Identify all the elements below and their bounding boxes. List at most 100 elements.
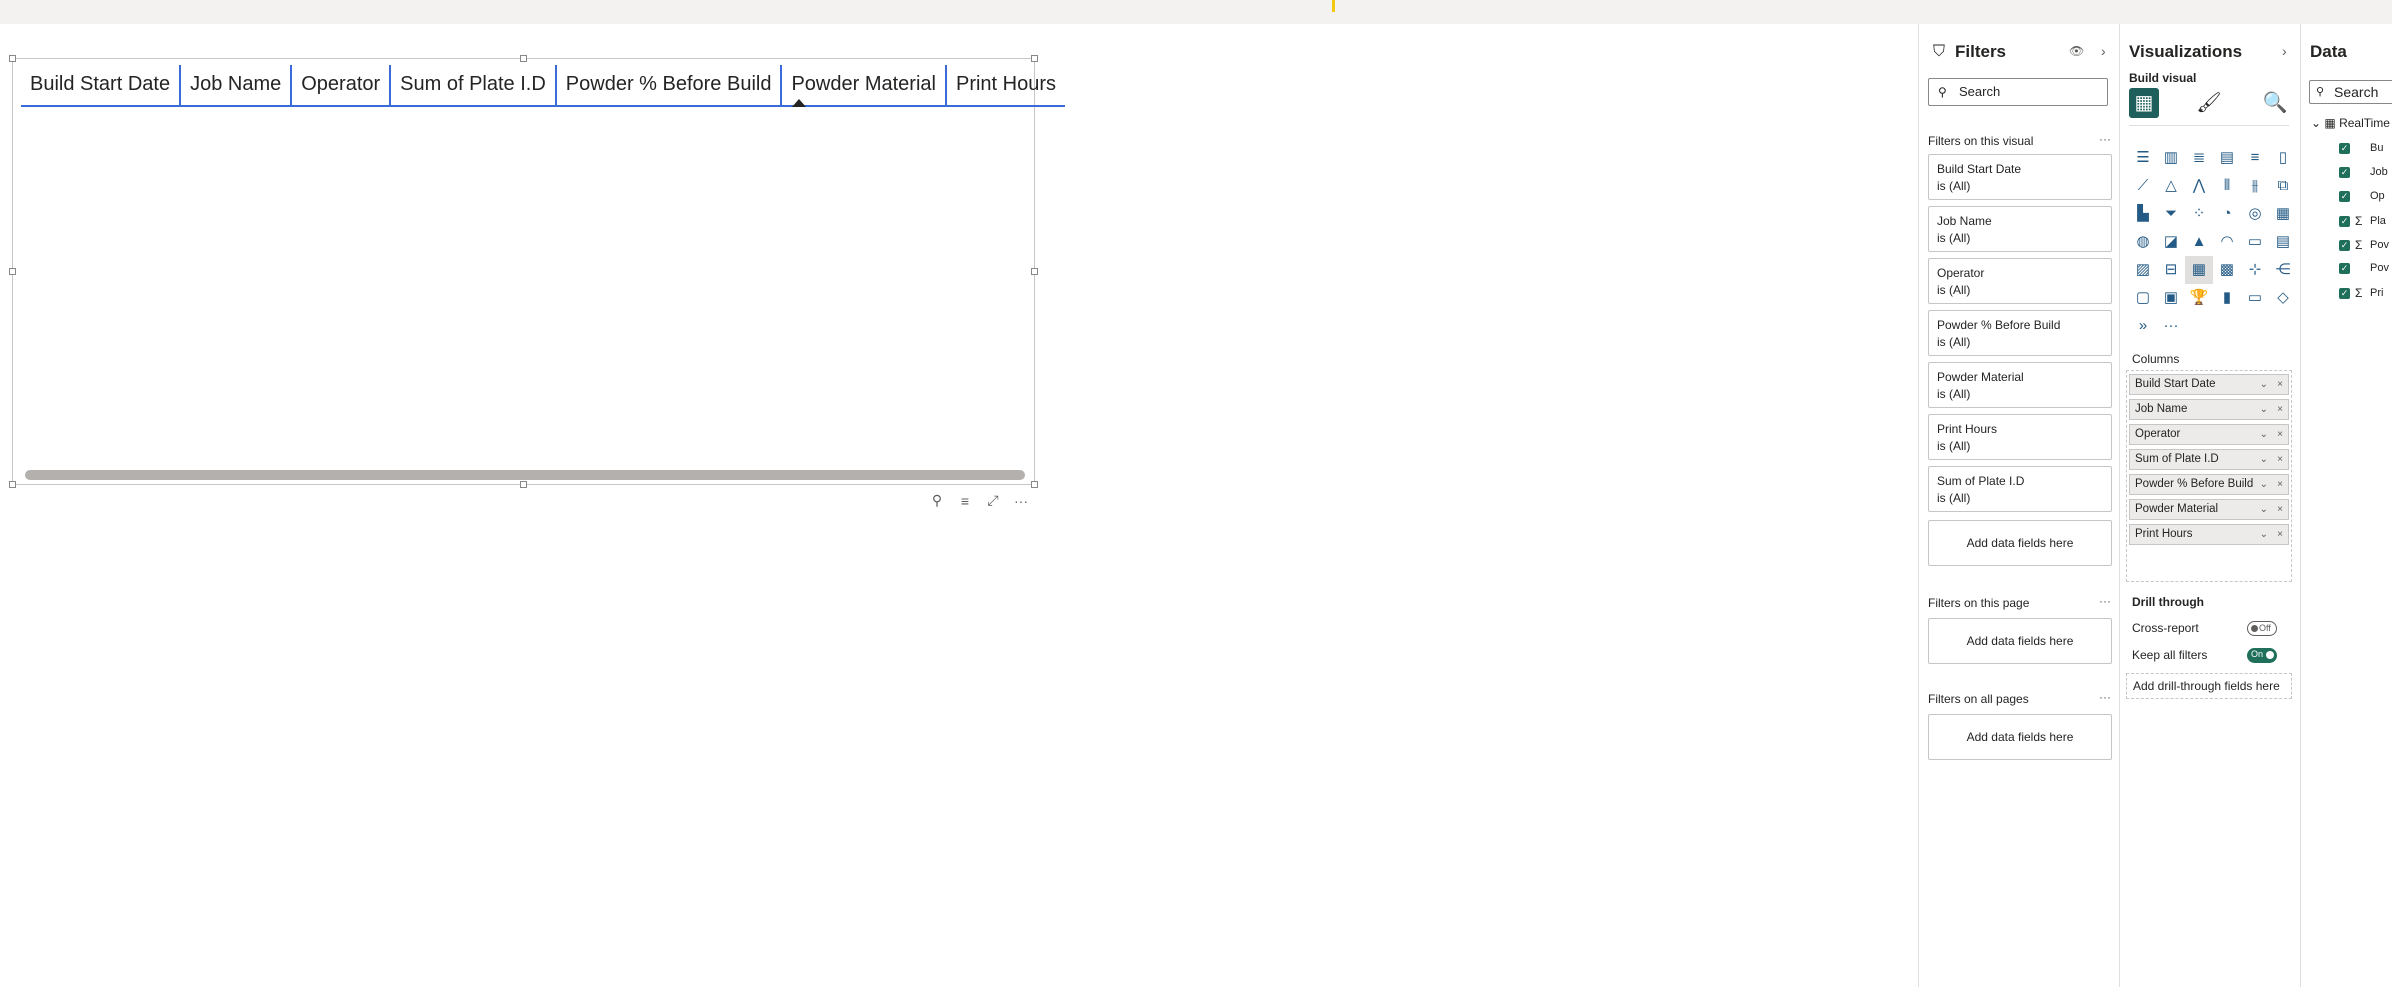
build-visual-mode-icon[interactable]: ▦	[2129, 88, 2159, 118]
chevron-down-icon[interactable]: ⌄	[2260, 475, 2268, 494]
map-icon[interactable]: ◍	[2129, 228, 2157, 256]
column-well-item[interactable]: Sum of Plate I.D ⌄ ×	[2129, 449, 2289, 470]
chevron-visual-icon[interactable]: »	[2129, 312, 2157, 340]
column-well-item[interactable]: Job Name ⌄ ×	[2129, 399, 2289, 420]
horizontal-scrollbar[interactable]	[25, 470, 1025, 480]
data-field[interactable]: ✓ Σ Pov	[2339, 238, 2389, 252]
checkbox-checked-icon[interactable]: ✓	[2339, 262, 2350, 274]
resize-handle-tl[interactable]	[9, 55, 16, 62]
data-field[interactable]: ✓ Job	[2339, 166, 2388, 178]
filter-card[interactable]: Powder Material is (All)	[1928, 362, 2112, 408]
more-options-icon[interactable]: ···	[1014, 493, 1028, 509]
resize-handle-bottom[interactable]	[520, 481, 527, 488]
slicer-icon[interactable]: ⊟	[2157, 256, 2185, 284]
data-field[interactable]: ✓ Bu	[2339, 142, 2383, 154]
column-header[interactable]: Sum of Plate I.D	[389, 65, 555, 105]
multi-row-card-icon[interactable]: ▤	[2269, 228, 2297, 256]
line-stacked-column-icon[interactable]: ⫵	[2241, 172, 2269, 200]
funnel-chart-icon[interactable]: ⏷	[2157, 200, 2185, 228]
column-header[interactable]: Powder % Before Build	[554, 65, 781, 105]
smart-narrative-icon[interactable]: ▣	[2157, 284, 2185, 312]
stacked-column-chart-icon[interactable]: ▥	[2157, 144, 2185, 172]
key-influencers-icon[interactable]: ⊹	[2241, 256, 2269, 284]
columns-well[interactable]: Build Start Date ⌄ × Job Name ⌄ × Operator ⌄ ×…	[2126, 370, 2292, 582]
100-column-chart-icon[interactable]: ▯	[2269, 144, 2297, 172]
filled-map-icon[interactable]: ◪	[2157, 228, 2185, 256]
analytics-mode-icon[interactable]: 🔍	[2260, 88, 2290, 118]
data-field[interactable]: ✓ Σ Pla	[2339, 214, 2386, 228]
collapse-icon[interactable]: ›	[2282, 43, 2287, 59]
line-column-chart-icon[interactable]: ⫴	[2213, 172, 2241, 200]
filter-icon[interactable]: ≡	[958, 493, 972, 509]
column-well-item[interactable]: Build Start Date ⌄ ×	[2129, 374, 2289, 395]
ribbon-chart-icon[interactable]: ⧉	[2269, 172, 2297, 200]
clustered-bar-chart-icon[interactable]: ≣	[2185, 144, 2213, 172]
filter-card[interactable]: Operator is (All)	[1928, 258, 2112, 304]
table-visual-icon[interactable]: ▦	[2185, 256, 2213, 284]
checkbox-checked-icon[interactable]: ✓	[2339, 239, 2350, 251]
kpi-icon[interactable]: ▨	[2129, 256, 2157, 284]
chevron-down-icon[interactable]: ⌄	[2260, 500, 2268, 519]
column-header[interactable]: Build Start Date	[21, 65, 179, 105]
filter-card[interactable]: Powder % Before Build is (All)	[1928, 310, 2112, 356]
stacked-area-chart-icon[interactable]: ⋀	[2185, 172, 2213, 200]
column-header[interactable]: Job Name	[179, 65, 290, 105]
column-header[interactable]: Operator	[290, 65, 389, 105]
remove-icon[interactable]: ×	[2277, 525, 2283, 544]
filter-card[interactable]: Build Start Date is (All)	[1928, 154, 2112, 200]
goals-icon[interactable]: 🏆	[2185, 284, 2213, 312]
clustered-column-chart-icon[interactable]: ▤	[2213, 144, 2241, 172]
data-field[interactable]: ✓ Op	[2339, 190, 2385, 202]
data-field[interactable]: ✓ Pov	[2339, 262, 2389, 274]
remove-icon[interactable]: ×	[2277, 400, 2283, 419]
remove-icon[interactable]: ×	[2277, 375, 2283, 394]
pin-icon[interactable]: ⚲	[930, 492, 944, 509]
qna-icon[interactable]: ▢	[2129, 284, 2157, 312]
checkbox-checked-icon[interactable]: ✓	[2339, 142, 2350, 154]
filter-card[interactable]: Sum of Plate I.D is (All)	[1928, 466, 2112, 512]
column-header[interactable]: Print Hours	[944, 65, 1065, 105]
waterfall-chart-icon[interactable]: ▙	[2129, 200, 2157, 228]
stacked-bar-chart-icon[interactable]: ☰	[2129, 144, 2157, 172]
remove-icon[interactable]: ×	[2277, 450, 2283, 469]
column-well-item[interactable]: Powder % Before Build ⌄ ×	[2129, 474, 2289, 495]
add-visual-filter-drop[interactable]: Add data fields here	[1928, 520, 2112, 566]
resize-handle-bl[interactable]	[9, 481, 16, 488]
checkbox-checked-icon[interactable]: ✓	[2339, 166, 2350, 178]
power-apps-icon[interactable]: ▭	[2241, 284, 2269, 312]
column-well-item[interactable]: Powder Material ⌄ ×	[2129, 499, 2289, 520]
chevron-down-icon[interactable]: ⌄	[2260, 425, 2268, 444]
more-options-icon[interactable]: ···	[2099, 594, 2111, 608]
cross-report-toggle[interactable]: Off	[2247, 621, 2277, 636]
resize-handle-right[interactable]	[1031, 268, 1038, 275]
checkbox-checked-icon[interactable]: ✓	[2339, 215, 2350, 227]
data-search-input[interactable]: ⚲ Search	[2309, 80, 2392, 104]
filter-card[interactable]: Job Name is (All)	[1928, 206, 2112, 252]
decomposition-tree-icon[interactable]: ⋲	[2269, 256, 2297, 284]
resize-handle-top[interactable]	[520, 55, 527, 62]
chevron-down-icon[interactable]: ⌄	[2260, 375, 2268, 394]
add-all-pages-filter-drop[interactable]: Add data fields here	[1928, 714, 2112, 760]
pie-chart-icon[interactable]: ◔	[2213, 200, 2241, 228]
chevron-down-icon[interactable]: ⌄	[2260, 525, 2268, 544]
power-automate-icon[interactable]: ◇	[2269, 284, 2297, 312]
treemap-icon[interactable]: ▦	[2269, 200, 2297, 228]
focus-mode-icon[interactable]: ⤢	[986, 492, 1000, 509]
remove-icon[interactable]: ×	[2277, 475, 2283, 494]
area-chart-icon[interactable]: △	[2157, 172, 2185, 200]
data-field[interactable]: ✓ Σ Pri	[2339, 286, 2383, 300]
checkbox-checked-icon[interactable]: ✓	[2339, 190, 2350, 202]
table-visual[interactable]: Build Start Date Job Name Operator Sum o…	[9, 55, 1066, 488]
report-canvas[interactable]: Build Start Date Job Name Operator Sum o…	[0, 24, 1917, 987]
collapse-icon[interactable]: ›	[2101, 43, 2106, 59]
remove-icon[interactable]: ×	[2277, 500, 2283, 519]
100-bar-chart-icon[interactable]: ≡	[2241, 144, 2269, 172]
checkbox-checked-icon[interactable]: ✓	[2339, 287, 2350, 299]
column-well-item[interactable]: Operator ⌄ ×	[2129, 424, 2289, 445]
resize-handle-tr[interactable]	[1031, 55, 1038, 62]
more-visuals-icon[interactable]: ···	[2157, 312, 2185, 340]
paginated-report-icon[interactable]: ▮	[2213, 284, 2241, 312]
matrix-icon[interactable]: ▩	[2213, 256, 2241, 284]
more-options-icon[interactable]: ···	[2099, 690, 2111, 704]
format-visual-mode-icon[interactable]: 🖌	[2194, 88, 2224, 118]
